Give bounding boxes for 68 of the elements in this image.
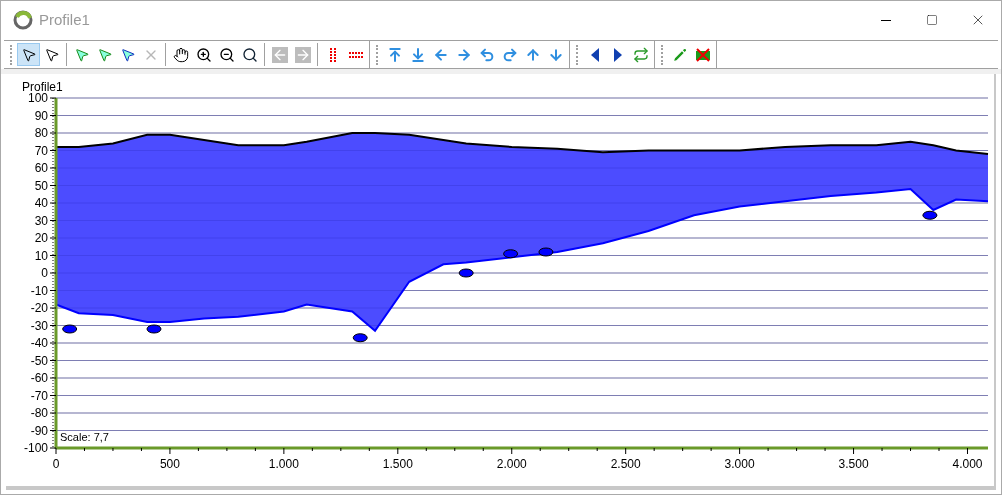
horizontal-lines-icon (347, 50, 364, 59)
y-tick-label: -30 (30, 318, 48, 333)
scale-label: Scale: 7,7 (60, 431, 109, 443)
x-tick-label: 1.500 (382, 457, 413, 471)
y-tick-label: -50 (30, 353, 48, 368)
y-tick-label: 10 (34, 248, 48, 263)
y-tick-label: 20 (34, 231, 48, 245)
x-tick-label: 2.500 (610, 457, 641, 471)
y-tick-label: -60 (30, 371, 48, 385)
zoom-in-icon (195, 46, 212, 63)
search-icon (241, 46, 258, 63)
y-tick-label: -100 (23, 441, 48, 455)
maximize-icon (926, 14, 938, 27)
data-point (922, 210, 938, 220)
cursor-node-icon (96, 46, 113, 63)
x-tick-label: 4.000 (952, 457, 983, 471)
y-tick-label: 50 (34, 178, 48, 193)
y-tick-label: -10 (30, 283, 48, 298)
y-tick-label: 100 (27, 91, 48, 105)
undo-icon (478, 46, 495, 63)
app-logo-icon (13, 10, 33, 31)
y-tick-label: -40 (30, 336, 48, 350)
data-point (538, 247, 554, 257)
cross-icon (694, 46, 711, 63)
y-tick-label: 30 (34, 213, 48, 228)
data-point (352, 333, 368, 343)
y-tick-label: -90 (30, 423, 48, 438)
y-tick-label: 40 (34, 196, 48, 210)
arrow-left-icon (271, 46, 288, 63)
y-tick-label: -70 (30, 388, 48, 403)
y-tick-label: 60 (34, 161, 48, 175)
arrow-right-icon (294, 46, 311, 63)
x-tick-label: 3.000 (724, 457, 755, 471)
data-point (62, 324, 78, 334)
x-tick-label: 3.500 (838, 457, 869, 471)
data-point (458, 268, 474, 278)
triangle-left-icon (590, 47, 599, 62)
cursor-list-icon (43, 46, 60, 63)
redo-icon (501, 46, 518, 63)
y-tick-label: 90 (34, 108, 48, 123)
x-tick-label: 2.000 (496, 457, 527, 471)
x-tick-label: 500 (159, 457, 180, 471)
vertical-lines-icon (327, 46, 338, 63)
y-tick-label: 0 (41, 266, 48, 280)
triangle-right-icon (613, 47, 622, 62)
select-tool-button[interactable] (17, 43, 40, 66)
data-point (503, 249, 519, 259)
zoom-out-icon (218, 46, 235, 63)
hand-icon (172, 46, 189, 63)
x-tick-label: 0 (52, 457, 60, 471)
y-tick-label: 70 (34, 143, 48, 158)
arrow-bottom-icon (409, 46, 426, 63)
minimize-icon (881, 19, 891, 21)
y-tick-label: -80 (30, 406, 48, 420)
window-title: Profile1 (39, 10, 90, 31)
cursor-node-icon (119, 46, 136, 63)
cursor-icon (20, 46, 37, 63)
chart-title: Profile1 (22, 80, 63, 94)
cursor-node-icon (73, 46, 90, 63)
x-tick-label: 1.000 (268, 457, 299, 471)
y-tick-label: 80 (34, 126, 48, 140)
arrow-top-icon (386, 46, 403, 63)
data-point (146, 324, 162, 334)
swap-icon (632, 46, 649, 63)
pencil-icon (671, 46, 688, 63)
y-tick-label: -20 (30, 301, 48, 315)
arrow-right-icon (455, 46, 472, 63)
arrow-left-icon (432, 46, 449, 63)
